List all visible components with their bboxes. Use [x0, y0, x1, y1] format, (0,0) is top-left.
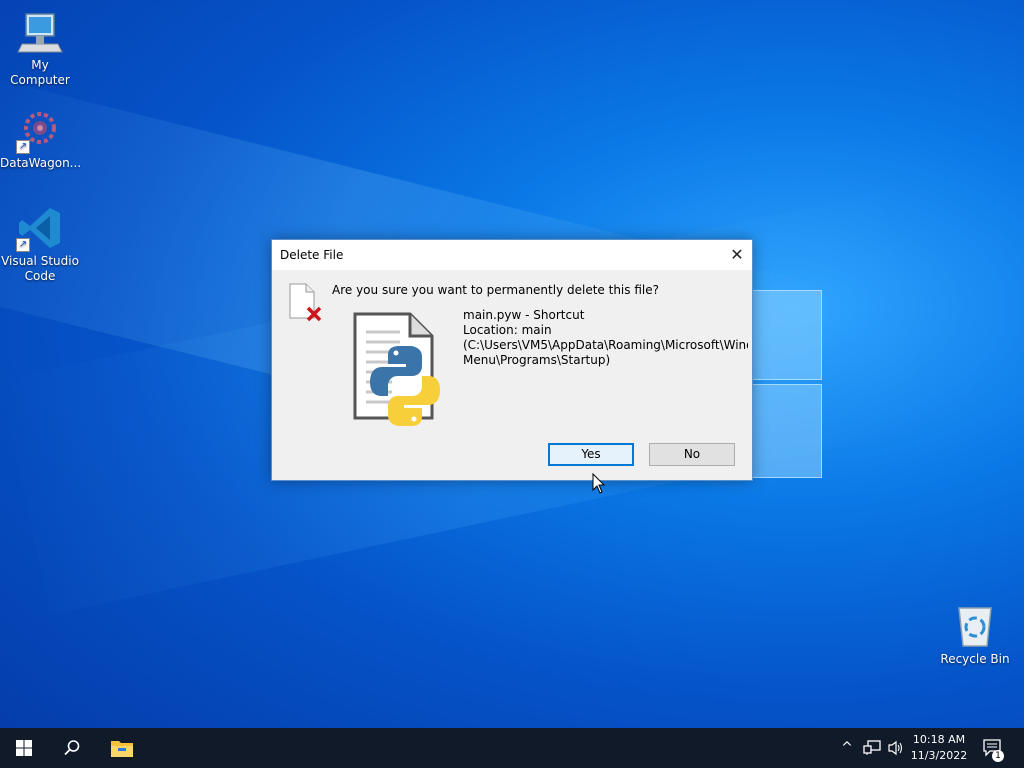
notification-count-badge: 1 [992, 750, 1004, 762]
clock[interactable]: 10:18 AM 11/3/2022 [908, 728, 970, 768]
datawagon-icon: ↗ [16, 106, 64, 154]
file-details: main.pyw - Shortcut Location: main (C:\U… [463, 308, 748, 368]
close-button[interactable]: ✕ [722, 240, 752, 270]
python-file-icon [352, 310, 452, 426]
desktop-icon-label: Recycle Bin [940, 652, 1010, 666]
search-icon [64, 740, 80, 756]
search-button[interactable] [48, 728, 96, 768]
folder-icon [111, 741, 133, 757]
network-icon [863, 740, 881, 755]
network-tray-button[interactable] [860, 728, 884, 768]
file-path-line1: (C:\Users\VM5\AppData\Roaming\Microsoft\… [463, 338, 748, 352]
desktop-icon-vscode[interactable]: ↗ Visual Studio Code [0, 204, 80, 284]
vscode-icon: ↗ [16, 204, 64, 252]
start-button[interactable] [0, 728, 48, 768]
wallpaper-windows-logo [752, 290, 822, 480]
desktop-icon-datawagon[interactable]: ↗ DataWagon... [0, 106, 82, 171]
clock-date: 11/3/2022 [910, 749, 968, 762]
shortcut-arrow-icon: ↗ [16, 140, 30, 154]
file-explorer-button[interactable] [98, 728, 146, 768]
delete-file-dialog: Delete File ✕ Are you sure you want to p… [271, 239, 753, 481]
taskbar: ^ 10:18 AM 11/3/2022 1 [0, 728, 1024, 768]
windows-logo-icon [16, 740, 32, 756]
file-location: Location: main [463, 323, 552, 337]
clock-time: 10:18 AM [912, 733, 966, 746]
delete-file-icon [288, 282, 322, 322]
delete-confirmation-question: Are you sure you want to permanently del… [332, 283, 659, 297]
desktop-icon-label: DataWagon... [0, 156, 82, 170]
desktop-icon-label: My Computer [10, 58, 70, 87]
yes-button[interactable]: Yes [548, 443, 634, 466]
computer-icon [16, 8, 64, 56]
dialog-title: Delete File [280, 248, 344, 262]
action-center-button[interactable]: 1 [978, 728, 1008, 768]
dialog-titlebar[interactable]: Delete File ✕ [272, 240, 752, 270]
recycle-bin-icon [951, 602, 999, 650]
desktop-icon-recycle-bin[interactable]: Recycle Bin [935, 602, 1015, 667]
file-name: main.pyw - Shortcut [463, 308, 585, 322]
no-button[interactable]: No [649, 443, 735, 466]
show-hidden-icons-button[interactable]: ^ [838, 728, 856, 768]
speaker-icon [888, 740, 903, 756]
volume-tray-button[interactable] [884, 728, 908, 768]
desktop-icon-label: Visual Studio Code [1, 254, 79, 283]
chevron-up-icon: ^ [841, 740, 853, 756]
mouse-pointer-icon [592, 473, 606, 494]
shortcut-arrow-icon: ↗ [16, 238, 30, 252]
desktop-icon-my-computer[interactable]: My Computer [0, 8, 80, 88]
file-path-line2: Menu\Programs\Startup) [463, 353, 611, 367]
